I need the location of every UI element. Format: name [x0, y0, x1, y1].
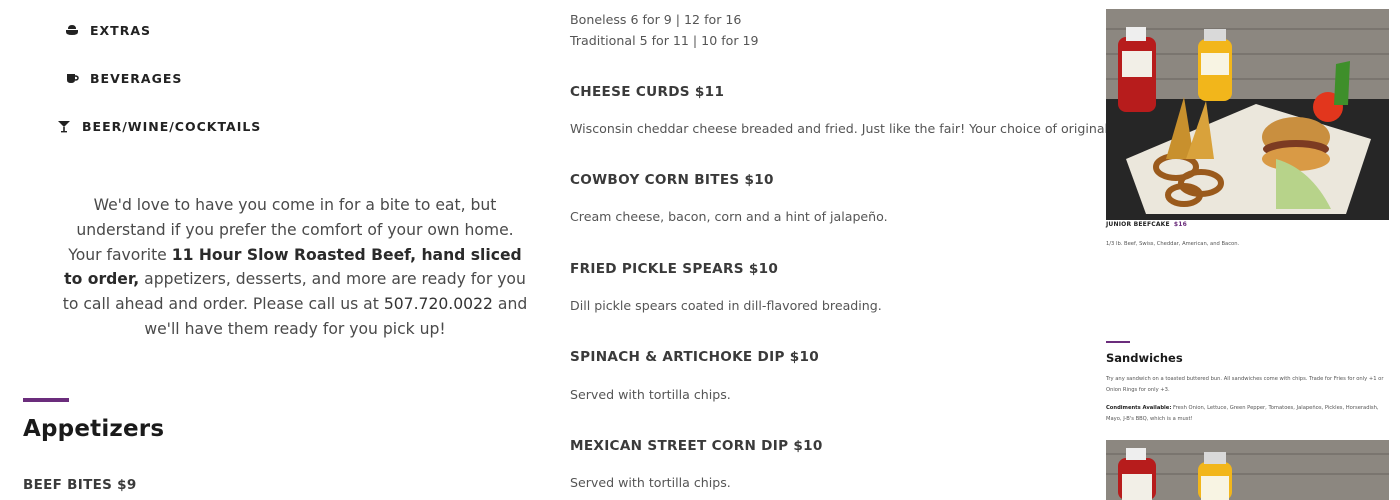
bowl-icon: [64, 22, 80, 38]
condiments-label: Condiments Available:: [1106, 405, 1172, 411]
section-title: Appetizers: [23, 416, 165, 442]
menu-item-name: FRIED PICKLE SPEARS $10: [570, 261, 779, 277]
food-photo: [1106, 9, 1389, 220]
nav-item-beverages[interactable]: BEVERAGES: [64, 70, 182, 86]
nav-item-label: BEVERAGES: [90, 70, 183, 86]
section-note: Try any sandwich on a toasted buttered b…: [1106, 376, 1384, 393]
nav-item-beer-wine-cocktails[interactable]: BEER/WINE/COCKTAILS: [56, 118, 261, 134]
intro-paragraph: We'd love to have you come in for a bite…: [62, 193, 528, 342]
menu-item-name: MEXICAN STREET CORN DIP $10: [570, 438, 823, 454]
menu-item-desc: Cream cheese, bacon, corn and a hint of …: [570, 209, 888, 224]
nav-item-label: BEER/WINE/COCKTAILS: [82, 118, 262, 134]
menu-item-name: COWBOY CORN BITES $10: [570, 172, 774, 188]
section-divider: [1106, 341, 1130, 343]
cocktail-icon: [56, 118, 72, 134]
cup-icon: [64, 70, 80, 86]
menu-item-name: SPINACH & ARTICHOKE DIP $10: [570, 349, 820, 365]
photo-caption-title: JUNIOR BEEFCAKE: [1106, 221, 1170, 228]
nav-item-extras[interactable]: EXTRAS: [64, 22, 151, 38]
condiments-note: Condiments Available: Fresh Onion, Lettu…: [1106, 403, 1388, 424]
section-title: Sandwiches: [1106, 351, 1183, 365]
menu-item-desc: Dill pickle spears coated in dill-flavor…: [570, 298, 882, 313]
menu-item-name: CHEESE CURDS $11: [570, 84, 725, 100]
section-divider: [23, 398, 69, 402]
menu-item-desc: Served with tortilla chips.: [570, 387, 731, 402]
phone-number[interactable]: 507.720.0022: [384, 295, 493, 313]
food-photo: [1106, 440, 1389, 500]
nav-item-label: EXTRAS: [90, 22, 152, 38]
photo-caption: JUNIOR BEEFCAKE $16: [1106, 221, 1187, 228]
price-line: Boneless 6 for 9 | 12 for 16: [570, 12, 742, 27]
price-line: Traditional 5 for 11 | 10 for 19: [570, 33, 759, 48]
menu-item-desc: Served with tortilla chips.: [570, 475, 731, 490]
menu-item-desc: Wisconsin cheddar cheese breaded and fri…: [570, 121, 1164, 136]
photo-caption-price: $16: [1173, 221, 1187, 228]
menu-item-name: BEEF BITES $9: [23, 477, 137, 493]
photo-caption-desc: 1/3 lb. Beef, Swiss, Cheddar, American, …: [1106, 241, 1240, 247]
